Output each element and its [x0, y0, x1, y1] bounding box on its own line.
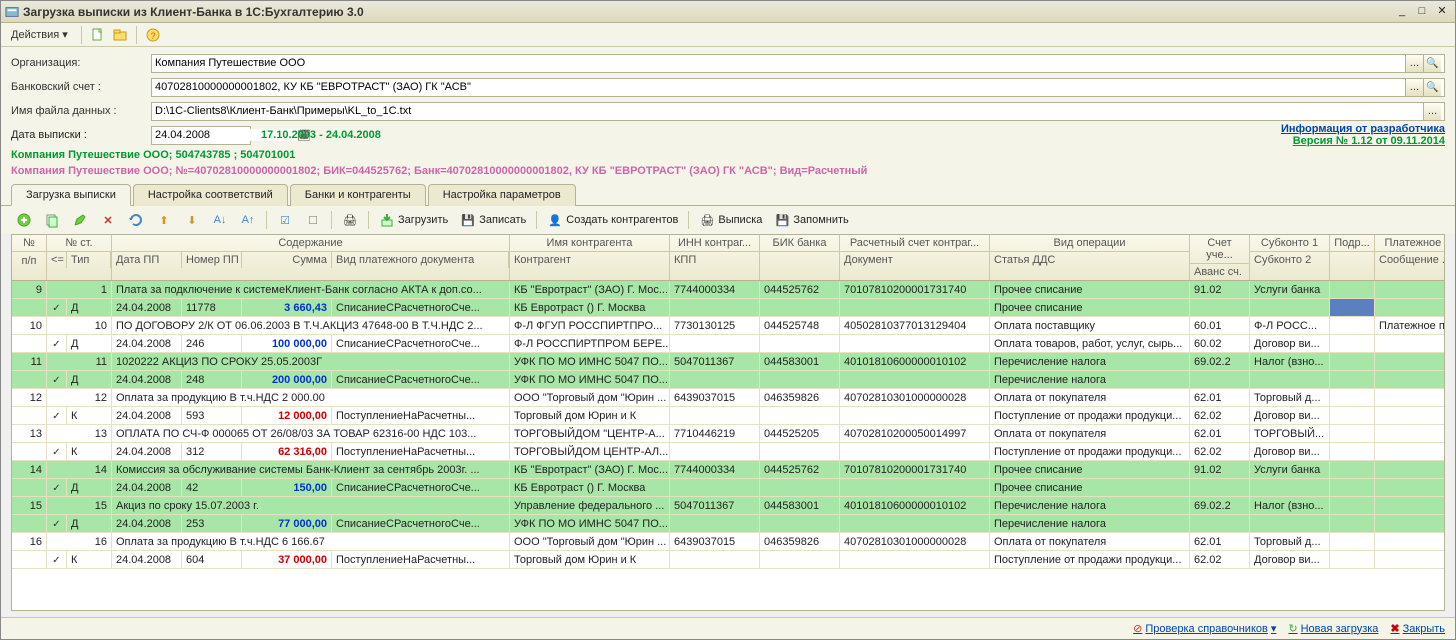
date-label: Дата выписки : — [11, 129, 151, 141]
tabs: Загрузка выписки Настройка соответствий … — [1, 183, 1455, 206]
grid-body[interactable]: 91Плата за подключение к системеКлиент-Б… — [12, 281, 1445, 610]
version-link[interactable]: Версия № 1.12 от 09.11.2014 — [1293, 135, 1445, 147]
menubar: Действия ▾ ? — [1, 23, 1455, 47]
new-icon[interactable] — [89, 26, 107, 44]
new-load-button[interactable]: ↻Новая загрузка — [1288, 622, 1378, 635]
ellipsis-icon[interactable]: … — [1405, 79, 1423, 96]
close-form-button[interactable]: ✖Закрыть — [1390, 622, 1445, 635]
tab-params[interactable]: Настройка параметров — [428, 184, 576, 206]
account-field[interactable]: …🔍 — [151, 78, 1445, 97]
add-button[interactable] — [11, 209, 37, 231]
ellipsis-icon[interactable]: … — [1423, 103, 1441, 120]
tab-mapping[interactable]: Настройка соответствий — [133, 184, 288, 206]
search-icon[interactable]: 🔍 — [1423, 55, 1441, 72]
maximize-button[interactable]: □ — [1413, 5, 1431, 19]
table-row[interactable]: 1515Акциз по сроку 15.07.2003 г.Управлен… — [12, 497, 1445, 515]
date-range: 17.10.2003 - 24.04.2008 — [261, 129, 381, 141]
table-row[interactable]: 11111020222 АКЦИЗ ПО СРОКУ 25.05.2003ГУФ… — [12, 353, 1445, 371]
help-icon[interactable]: ? — [144, 26, 162, 44]
org-field[interactable]: …🔍 — [151, 54, 1445, 73]
app-icon — [5, 5, 19, 19]
uncheck-all-button[interactable]: ☐ — [300, 209, 326, 231]
load-button[interactable]: Загрузить — [374, 209, 453, 231]
window-title: Загрузка выписки из Клиент-Банка в 1С:Бу… — [23, 5, 1391, 19]
table-row[interactable]: 1414Комиссия за обслуживание системы Бан… — [12, 461, 1445, 479]
table-row[interactable]: К24.04.200859312 000,00ПоступлениеНаРасч… — [12, 407, 1445, 425]
table-row[interactable]: 1212Оплата за продукцию В т.ч.НДС 2 000.… — [12, 389, 1445, 407]
org-label: Организация: — [11, 57, 151, 69]
table-row[interactable]: 1010ПО ДОГОВОРУ 2/К ОТ 06.06.2003 В Т.Ч.… — [12, 317, 1445, 335]
search-icon[interactable]: 🔍 — [1423, 79, 1441, 96]
table-row[interactable]: Д24.04.2008246100 000,00СписаниеСРасчетн… — [12, 335, 1445, 353]
table-row[interactable]: К24.04.200860437 000,00ПоступлениеНаРасч… — [12, 551, 1445, 569]
delete-button[interactable]: ✕ — [95, 209, 121, 231]
table-row[interactable]: Д24.04.2008248200 000,00СписаниеСРасчетн… — [12, 371, 1445, 389]
copy-button[interactable] — [39, 209, 65, 231]
statusbar: ⊘Проверка справочников ▾ ↻Новая загрузка… — [1, 617, 1455, 639]
date-field[interactable]: 🗓 — [151, 126, 251, 145]
grid-header: №п/п № ст.<=Тип Содержание Дата ПП Номер… — [12, 235, 1445, 281]
dev-info-link[interactable]: Информация от разработчика — [1281, 123, 1445, 135]
table-row[interactable]: Д24.04.200825377 000,00СписаниеСРасчетно… — [12, 515, 1445, 533]
minimize-button[interactable]: _ — [1393, 5, 1411, 19]
refresh-button[interactable] — [123, 209, 149, 231]
table-row[interactable]: 91Плата за подключение к системеКлиент-Б… — [12, 281, 1445, 299]
close-button[interactable]: ✕ — [1433, 5, 1451, 19]
grid-toolbar: ✕ ⬆ ⬇ A↓ A↑ ☑ ☐ 🖨 Загрузить 💾Записать 👤С… — [1, 206, 1455, 234]
table-row[interactable]: Д24.04.2008117783 660,43СписаниеСРасчетн… — [12, 299, 1445, 317]
table-row[interactable]: 1313ОПЛАТА ПО СЧ-Ф 000065 ОТ 26/08/03 ЗА… — [12, 425, 1445, 443]
check-dict-button[interactable]: ⊘Проверка справочников ▾ — [1133, 622, 1276, 635]
tab-banks[interactable]: Банки и контрагенты — [290, 184, 426, 206]
create-contragent-button[interactable]: 👤Создать контрагентов — [542, 209, 683, 231]
sort-desc-button[interactable]: A↑ — [235, 209, 261, 231]
print-button[interactable]: 🖨 — [337, 209, 363, 231]
table-row[interactable]: Д24.04.200842150,00СписаниеСРасчетногоСч… — [12, 479, 1445, 497]
form-area: Организация: …🔍 Банковский счет : …🔍 Имя… — [1, 47, 1455, 147]
save-button[interactable]: 💾Записать — [455, 209, 531, 231]
org-info-line: Компания Путешествие ООО; 504743785 ; 50… — [1, 147, 1455, 163]
sort-asc-button[interactable]: A↓ — [207, 209, 233, 231]
table-row[interactable]: 1616Оплата за продукцию В т.ч.НДС 6 166.… — [12, 533, 1445, 551]
account-label: Банковский счет : — [11, 81, 151, 93]
file-label: Имя файла данных : — [11, 105, 151, 117]
titlebar: Загрузка выписки из Клиент-Банка в 1С:Бу… — [1, 1, 1455, 23]
down-button[interactable]: ⬇ — [179, 209, 205, 231]
open-icon[interactable] — [111, 26, 129, 44]
actions-menu[interactable]: Действия ▾ — [5, 26, 74, 43]
check-all-button[interactable]: ☑ — [272, 209, 298, 231]
account-info-line: Компания Путешествие ООО; №=407028100000… — [1, 163, 1455, 183]
edit-button[interactable] — [67, 209, 93, 231]
dev-links: Информация от разработчика Версия № 1.12… — [1281, 123, 1445, 147]
grid: №п/п № ст.<=Тип Содержание Дата ПП Номер… — [11, 234, 1445, 611]
svg-text:?: ? — [150, 31, 155, 41]
statement-button[interactable]: 🖨Выписка — [694, 209, 767, 231]
file-field[interactable]: … — [151, 102, 1445, 121]
tab-load[interactable]: Загрузка выписки — [11, 184, 131, 206]
table-row[interactable]: К24.04.200831262 316,00ПоступлениеНаРасч… — [12, 443, 1445, 461]
remember-button[interactable]: 💾Запомнить — [769, 209, 853, 231]
up-button[interactable]: ⬆ — [151, 209, 177, 231]
ellipsis-icon[interactable]: … — [1405, 55, 1423, 72]
